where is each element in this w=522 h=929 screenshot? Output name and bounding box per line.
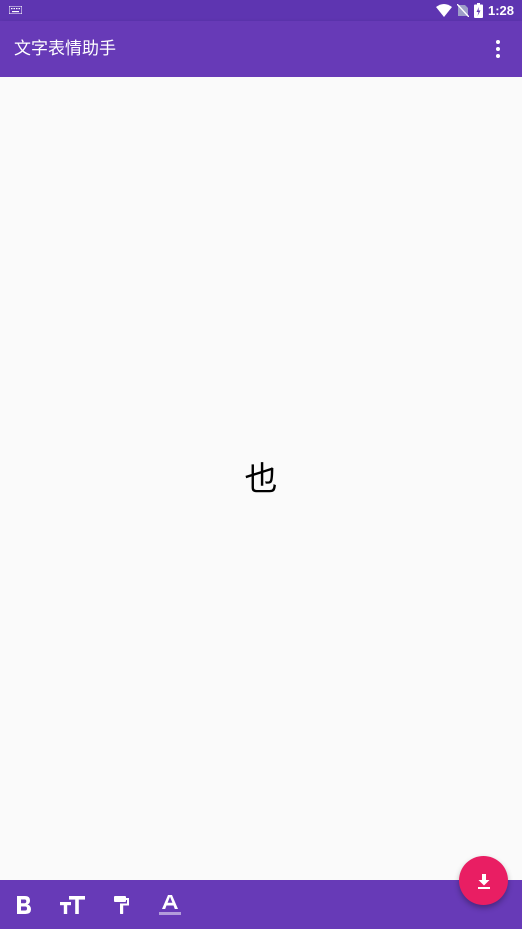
- status-bar: 1:28: [0, 0, 522, 21]
- download-icon: [477, 873, 490, 889]
- more-vert-icon[interactable]: [488, 39, 508, 59]
- app-title: 文字表情助手: [14, 39, 116, 59]
- battery-charging-icon: [473, 3, 483, 18]
- format-color-text-button[interactable]: [150, 880, 190, 929]
- format-size-icon: [60, 895, 85, 914]
- keyboard-icon: [9, 6, 22, 14]
- bottom-toolbar: [0, 880, 522, 929]
- format-paint-button[interactable]: [102, 880, 142, 929]
- no-sim-icon: [456, 4, 469, 17]
- wifi-icon: [435, 4, 452, 17]
- preview-canvas[interactable]: 也: [0, 77, 522, 880]
- preview-text: 也: [244, 459, 278, 498]
- format-size-button[interactable]: [53, 880, 93, 929]
- download-button[interactable]: [459, 856, 508, 905]
- app-bar: 文字表情助手: [0, 21, 522, 77]
- status-time: 1:28: [487, 3, 514, 18]
- format-color-text-icon: [159, 894, 181, 915]
- format-paint-icon: [114, 895, 129, 914]
- format-bold-icon: [17, 895, 31, 914]
- format-bold-button[interactable]: [4, 880, 44, 929]
